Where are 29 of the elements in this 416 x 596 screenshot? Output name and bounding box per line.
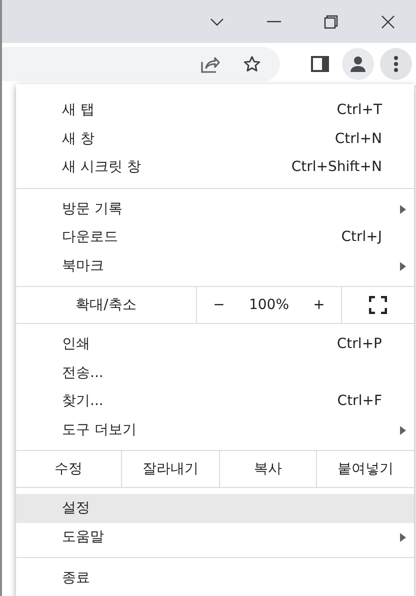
menu-item[interactable]: 새 시크릿 창 Ctrl+Shift+N xyxy=(16,153,414,182)
menu-item[interactable]: 새 탭 Ctrl+T xyxy=(16,96,414,124)
shortcut-label: Ctrl+J xyxy=(341,229,382,246)
menu-item[interactable]: 설정 xyxy=(16,494,414,522)
edit-button[interactable]: 잘라내기 xyxy=(122,451,220,487)
zoom-value: 100% xyxy=(248,297,289,313)
menu-item[interactable]: 새 창 Ctrl+N xyxy=(16,124,414,153)
menu-item[interactable]: 도움말 xyxy=(16,522,414,551)
menu-item[interactable]: 도구 더보기 xyxy=(16,416,414,444)
edit-button[interactable]: 복사 xyxy=(220,451,318,487)
menu-item[interactable]: 인쇄 Ctrl+P xyxy=(16,330,414,358)
zoom-label: 확대/축소 xyxy=(76,296,136,314)
menu-icon[interactable] xyxy=(380,48,412,80)
shortcut-label: Ctrl+N xyxy=(334,130,382,147)
menu-item[interactable]: 다운로드 Ctrl+J xyxy=(16,223,414,252)
menu-item[interactable]: 북마크 xyxy=(16,252,414,280)
shortcut-label: Ctrl+Shift+N xyxy=(291,159,382,176)
zoom-in-button[interactable]: + xyxy=(305,295,333,315)
profile-icon[interactable] xyxy=(342,48,374,80)
shortcut-label: Ctrl+T xyxy=(336,102,382,118)
shortcut-label: Ctrl+P xyxy=(336,336,382,352)
shortcut-label: Ctrl+F xyxy=(337,393,382,410)
zoom-out-button[interactable]: − xyxy=(205,295,233,315)
menu-item[interactable]: 종료 xyxy=(16,564,414,592)
menu-item[interactable]: 전송... xyxy=(16,358,414,387)
menu-item[interactable]: 찾기... Ctrl+F xyxy=(16,387,414,416)
edit-label: 수정 xyxy=(54,460,82,478)
edit-button[interactable]: 붙여넣기 xyxy=(317,451,414,487)
menu-item[interactable]: 방문 기록 xyxy=(16,194,414,223)
